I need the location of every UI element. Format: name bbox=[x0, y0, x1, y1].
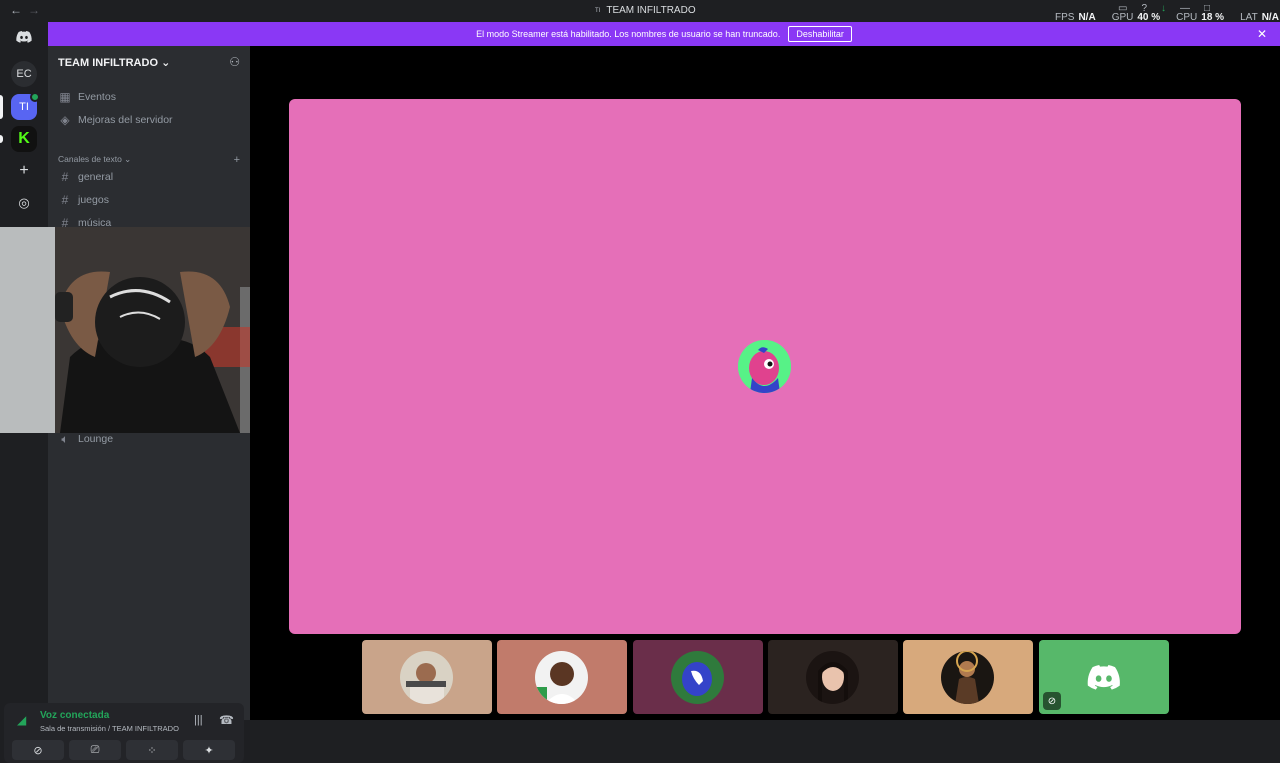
title-bar: ← → TI TEAM INFILTRADO ▭ ? ↓ — □ FPS N/A … bbox=[0, 0, 1280, 23]
participant-tile-5[interactable] bbox=[903, 640, 1033, 714]
forward-arrow-icon[interactable]: → bbox=[28, 3, 40, 17]
server-team-infiltrado[interactable]: TI bbox=[11, 92, 40, 120]
server-ec[interactable]: EC bbox=[11, 61, 37, 87]
active-server-pill bbox=[0, 95, 3, 119]
participant-avatar bbox=[806, 651, 859, 704]
boost-icon: ◈ bbox=[60, 113, 70, 127]
participant-avatar bbox=[400, 651, 453, 704]
disconnect-icon[interactable]: ☎ bbox=[219, 713, 234, 727]
voice-status[interactable]: Voz conectada bbox=[40, 710, 109, 721]
participant-avatar bbox=[941, 651, 994, 704]
add-server-icon[interactable]: + bbox=[11, 158, 37, 184]
discord-logo-icon bbox=[1077, 651, 1130, 704]
window-title: TI TEAM INFILTRADO bbox=[595, 5, 696, 16]
hash-icon: # bbox=[61, 170, 69, 184]
channel-general[interactable]: # general bbox=[56, 167, 242, 187]
activities-button[interactable]: ⁘ bbox=[126, 740, 178, 760]
signal-icon: ◢ bbox=[17, 713, 27, 727]
soundboard-button[interactable]: ✦ bbox=[183, 740, 235, 760]
server-name: TEAM INFILTRADO bbox=[58, 56, 159, 69]
compass-icon[interactable]: ◎ bbox=[11, 190, 37, 216]
sidebar-item-events[interactable]: ▦ Eventos bbox=[56, 87, 242, 107]
hash-icon: # bbox=[61, 193, 69, 207]
camera-off-button[interactable]: ⊘ bbox=[12, 740, 64, 760]
text-channels-category[interactable]: Canales de texto ⌄ + bbox=[58, 154, 240, 166]
speaker-icon: 🔈︎ bbox=[61, 431, 69, 446]
participant-tile-2[interactable] bbox=[497, 640, 627, 714]
banner-text: El modo Streamer está habilitado. Los no… bbox=[476, 29, 781, 39]
participant-avatar bbox=[671, 651, 724, 704]
soundboard-icon: ✦ bbox=[204, 744, 214, 757]
screen-share-icon: ⎚ bbox=[90, 743, 100, 756]
voice-connection-panel: ◢ Voz conectada Sala de transmisión / TE… bbox=[4, 703, 244, 763]
activities-icon: ⁘ bbox=[147, 744, 157, 757]
participant-tile-3[interactable] bbox=[633, 640, 763, 714]
voice-badge-icon bbox=[30, 92, 40, 102]
chevron-down-icon: ⌄ bbox=[161, 56, 171, 69]
channel-juegos[interactable]: # juegos bbox=[56, 190, 242, 210]
noise-suppression-icon[interactable]: ||| bbox=[194, 714, 203, 726]
share-screen-button[interactable]: ⎚ bbox=[69, 740, 121, 760]
unread-pill bbox=[0, 135, 3, 143]
calendar-icon: ▦ bbox=[59, 90, 71, 104]
discord-home-icon[interactable] bbox=[11, 24, 37, 50]
participant-tile-4[interactable] bbox=[768, 640, 898, 714]
webcam-overlay bbox=[0, 227, 275, 433]
participant-tile-6[interactable]: ⊘ bbox=[1039, 640, 1169, 714]
title-server-icon: TI bbox=[595, 7, 601, 14]
window-title-text: TEAM INFILTRADO bbox=[606, 5, 696, 16]
voice-stage: ⊘ bbox=[250, 46, 1280, 720]
streamer-mode-banner: El modo Streamer está habilitado. Los no… bbox=[48, 22, 1280, 46]
main-video-tile[interactable] bbox=[289, 99, 1241, 634]
server-header[interactable]: TEAM INFILTRADO ⌄ ⚇ bbox=[48, 46, 250, 78]
server-k[interactable]: K bbox=[11, 126, 37, 152]
close-icon[interactable]: ✕ bbox=[1257, 27, 1267, 41]
muted-mic-icon: ⊘ bbox=[1043, 692, 1061, 710]
camera-off-icon: ⊘ bbox=[33, 744, 43, 757]
participant-tile-1[interactable] bbox=[362, 640, 492, 714]
add-channel-icon[interactable]: + bbox=[234, 154, 240, 166]
invite-icon[interactable]: ⚇ bbox=[229, 55, 240, 69]
back-arrow-icon[interactable]: ← bbox=[10, 3, 22, 17]
disable-streamer-button[interactable]: Deshabilitar bbox=[788, 26, 852, 42]
voice-location: Sala de transmisión / TEAM INFILTRADO bbox=[40, 724, 179, 733]
main-participant-avatar bbox=[738, 340, 791, 393]
sidebar-item-boosts[interactable]: ◈ Mejoras del servidor bbox=[56, 110, 242, 130]
participant-avatar bbox=[535, 651, 588, 704]
